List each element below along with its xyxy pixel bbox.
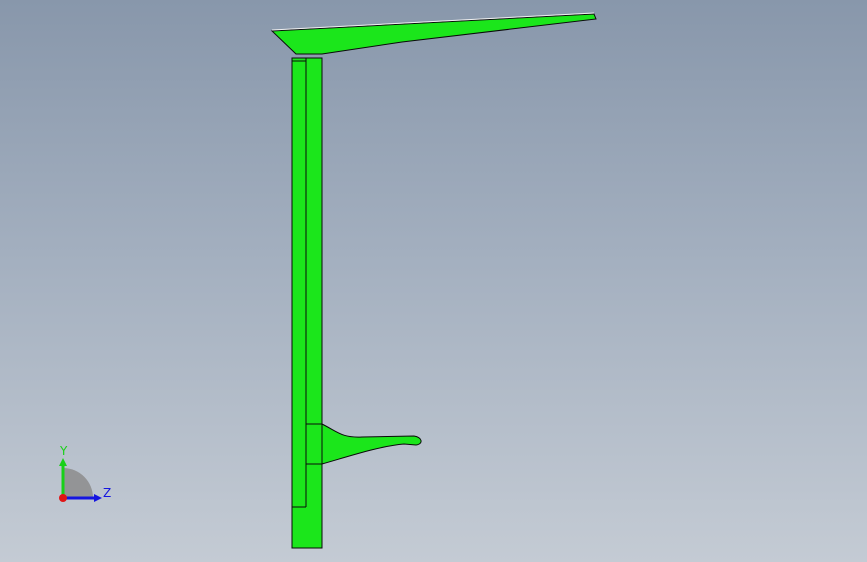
y-axis-label: Y: [59, 444, 68, 458]
pole-outer[interactable]: [291, 57, 323, 549]
y-axis-arrow-icon: [59, 458, 67, 466]
top-arm[interactable]: [270, 13, 597, 55]
z-axis-label: Z: [103, 486, 111, 500]
origin-icon: [59, 494, 67, 502]
lower-bracket-arm[interactable]: [321, 423, 422, 465]
model-part[interactable]: [0, 0, 867, 562]
z-axis-arrow-icon: [94, 494, 102, 502]
triad-plane-icon: [63, 468, 93, 498]
graphics-viewport[interactable]: Y Z: [0, 0, 867, 562]
axis-triad: Y Z: [59, 444, 111, 502]
